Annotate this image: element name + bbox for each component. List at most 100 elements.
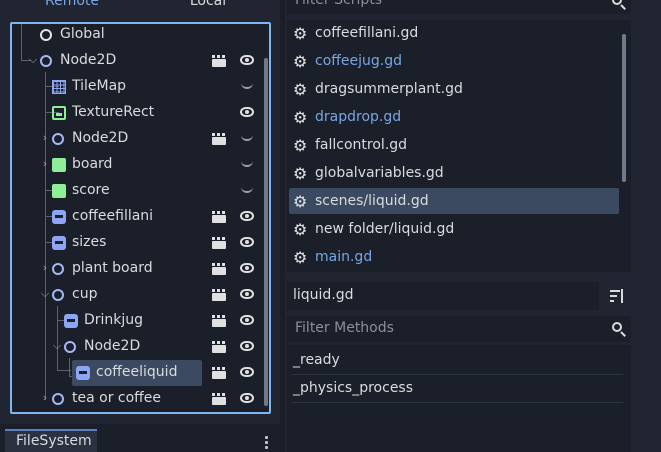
tree-item-score[interactable]: score <box>12 178 257 204</box>
more-options-icon[interactable] <box>265 435 268 449</box>
script-item[interactable]: ⚙ drapdrop.gd <box>289 105 619 131</box>
script-item[interactable]: ⚙ coffeejug.gd <box>289 49 619 75</box>
animatedsprite-icon <box>52 210 66 224</box>
script-item-label: scenes/liquid.gd <box>315 193 429 209</box>
script-item[interactable]: ⚙ dragsummerplant.gd <box>289 77 619 103</box>
tab-remote[interactable]: Remote <box>10 0 134 13</box>
search-icon <box>612 322 622 332</box>
open-scene-icon[interactable] <box>212 263 226 275</box>
hidden-icon[interactable] <box>240 81 254 91</box>
tab-local[interactable]: Local <box>146 0 270 13</box>
current-script-name: liquid.gd <box>287 282 599 310</box>
script-item-label: drapdrop.gd <box>315 109 402 125</box>
chevron-right-icon[interactable]: › <box>40 392 50 404</box>
hidden-icon[interactable] <box>240 185 254 195</box>
tree-item-cup[interactable]: ⌵ cup <box>12 282 257 308</box>
tree-item-coffeefillani[interactable]: coffeefillani <box>12 204 257 230</box>
hidden-icon[interactable] <box>240 133 254 143</box>
script-item-label: new folder/liquid.gd <box>315 221 455 237</box>
filter-scripts-input[interactable]: Filter Scripts <box>287 0 631 14</box>
scripts-list[interactable]: ⚙ coffeefillani.gd ⚙ coffeejug.gd ⚙ dragsumme… <box>287 20 631 272</box>
tree-item-label: score <box>72 182 110 198</box>
visibility-icon[interactable] <box>240 237 254 247</box>
script-item[interactable]: ⚙ main.gd <box>289 245 619 271</box>
visibility-icon[interactable] <box>240 211 254 221</box>
tree-item-label: Drinkjug <box>84 312 144 328</box>
sprite-icon <box>64 314 78 328</box>
open-scene-icon[interactable] <box>212 133 226 145</box>
sort-icon[interactable] <box>610 289 624 303</box>
tree-item-label: sizes <box>72 234 107 250</box>
tree-item-drinkjug[interactable]: Drinkjug <box>12 308 257 334</box>
tree-item-global[interactable]: Global <box>12 24 257 48</box>
sprite-icon <box>76 366 90 380</box>
tree-scrollbar[interactable] <box>264 58 268 406</box>
script-item[interactable]: ⚙ new folder/liquid.gd <box>289 217 619 243</box>
tree-item-node2d-3[interactable]: ⌵ Node2D <box>12 334 257 360</box>
method-item[interactable]: _ready <box>291 347 623 375</box>
tree-item-texturerect[interactable]: TextureRect <box>12 100 257 126</box>
visibility-icon[interactable] <box>240 393 254 403</box>
visibility-icon[interactable] <box>240 107 254 117</box>
gear-icon: ⚙ <box>293 108 308 127</box>
tree-item-label: board <box>72 156 113 172</box>
gear-icon: ⚙ <box>293 220 308 239</box>
open-scene-icon[interactable] <box>212 367 226 379</box>
hidden-icon[interactable] <box>240 159 254 169</box>
open-scene-icon[interactable] <box>212 211 226 223</box>
open-scene-icon[interactable] <box>212 393 226 405</box>
remote-scene-tree[interactable]: Global ⌵ Node2D TileMap TextureRect › No… <box>10 22 271 414</box>
script-item[interactable]: ⚙ fallcontrol.gd <box>289 133 619 159</box>
script-item[interactable]: ⚙ scenes/liquid.gd <box>289 189 619 215</box>
visibility-icon[interactable] <box>240 341 254 351</box>
scene-tabs: Remote Local <box>0 0 280 22</box>
script-item-label: coffeefillani.gd <box>315 25 419 41</box>
chevron-down-icon[interactable]: ⌵ <box>52 340 62 352</box>
tree-item-coffeeliquid[interactable]: coffeeliquid <box>12 360 257 386</box>
script-item[interactable]: ⚙ globalvariables.gd <box>289 161 619 187</box>
tree-item-label: Node2D <box>60 52 117 68</box>
script-item-label: coffeejug.gd <box>315 53 403 69</box>
tree-item-label: cup <box>72 286 98 302</box>
tab-filesystem[interactable]: FileSystem <box>5 429 97 452</box>
tree-item-label: coffeeliquid <box>96 364 178 380</box>
chevron-right-icon[interactable]: › <box>40 262 50 274</box>
animatedsprite-icon <box>52 236 66 250</box>
method-item[interactable]: _physics_process <box>291 375 623 403</box>
tree-item-sizes[interactable]: sizes <box>12 230 257 256</box>
open-scene-icon[interactable] <box>212 315 226 327</box>
script-item-label: main.gd <box>315 249 373 265</box>
chevron-down-icon[interactable]: ⌵ <box>40 288 50 300</box>
tree-item-label: TextureRect <box>72 104 155 120</box>
open-scene-icon[interactable] <box>212 55 226 67</box>
tree-item-node2d-2[interactable]: › Node2D <box>12 126 257 152</box>
chevron-right-icon[interactable]: › <box>40 158 50 170</box>
tree-item-node2d[interactable]: ⌵ Node2D <box>12 48 257 74</box>
tree-item-board[interactable]: › board <box>12 152 257 178</box>
methods-list[interactable]: _ready _physics_process <box>287 345 631 452</box>
visibility-icon[interactable] <box>240 289 254 299</box>
script-editor-panel: Filter Scripts ⚙ coffeefillani.gd ⚙ coffeej… <box>285 0 661 452</box>
script-item-label: globalvariables.gd <box>315 165 444 181</box>
tree-item-label: coffeefillani <box>72 208 154 224</box>
tree-item-tea-or-coffee[interactable]: › tea or coffee <box>12 386 257 412</box>
texturerect-icon <box>52 106 66 120</box>
visibility-icon[interactable] <box>240 315 254 325</box>
scripts-scrollbar[interactable] <box>622 34 626 182</box>
visibility-icon[interactable] <box>240 55 254 65</box>
open-scene-icon[interactable] <box>212 341 226 353</box>
chevron-down-icon[interactable]: ⌵ <box>28 54 38 66</box>
tree-item-plant-board[interactable]: › plant board <box>12 256 257 282</box>
visibility-icon[interactable] <box>240 367 254 377</box>
chevron-right-icon[interactable]: › <box>40 132 50 144</box>
visibility-icon[interactable] <box>240 263 254 273</box>
script-item-label: fallcontrol.gd <box>315 137 408 153</box>
tree-item-tilemap[interactable]: TileMap <box>12 74 257 100</box>
open-scene-icon[interactable] <box>212 237 226 249</box>
gear-icon: ⚙ <box>293 80 308 99</box>
filter-methods-input[interactable]: Filter Methods <box>287 316 631 342</box>
search-icon <box>612 0 622 5</box>
script-item[interactable]: ⚙ coffeefillani.gd <box>289 21 619 47</box>
node2d-icon <box>52 133 64 145</box>
open-scene-icon[interactable] <box>212 289 226 301</box>
